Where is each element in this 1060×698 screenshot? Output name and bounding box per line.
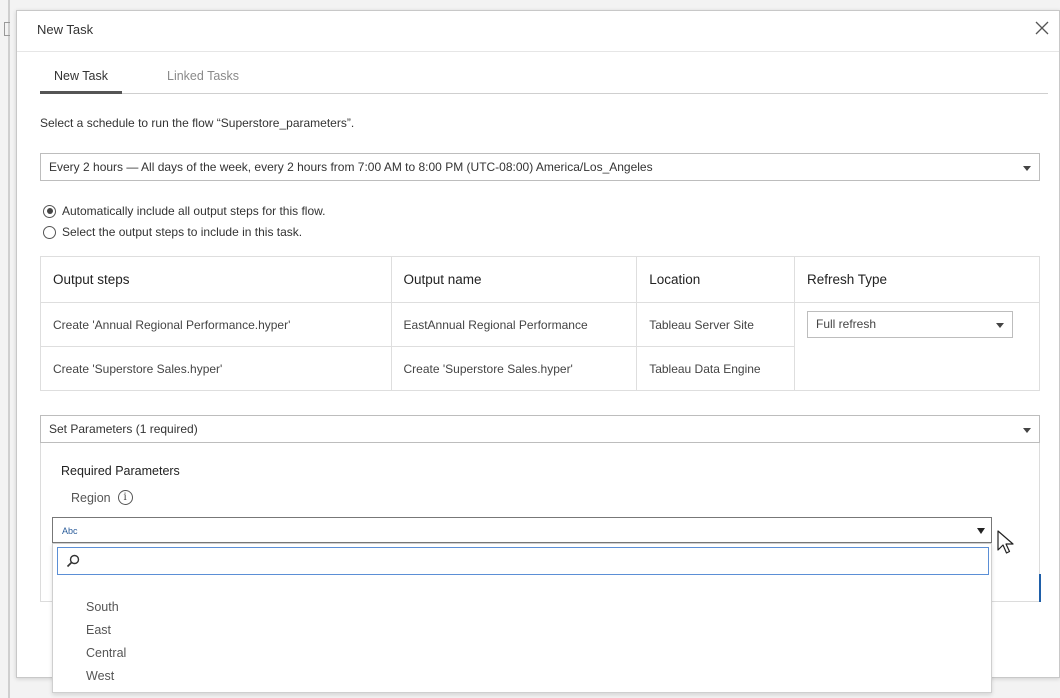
- cell-output-step: Create 'Superstore Sales.hyper': [40, 346, 392, 391]
- radio-include-all-outputs[interactable]: Automatically include all output steps f…: [43, 204, 325, 218]
- region-option-south[interactable]: South: [53, 596, 991, 619]
- close-icon: [1035, 21, 1049, 35]
- region-dropdown: South East Central West: [52, 543, 992, 693]
- cell-refresh-type: Full refresh: [794, 302, 1040, 391]
- region-option-east[interactable]: East: [53, 619, 991, 642]
- column-header-location: Location: [636, 256, 795, 303]
- chevron-down-icon: [1023, 166, 1031, 171]
- search-icon: [66, 554, 80, 568]
- chevron-down-icon: [977, 528, 985, 534]
- radio-label: Automatically include all output steps f…: [62, 204, 326, 218]
- radio-select-outputs[interactable]: Select the output steps to include in th…: [43, 225, 302, 239]
- mouse-pointer-icon: [997, 530, 1014, 554]
- tab-new-task[interactable]: New Task: [40, 69, 122, 94]
- refresh-type-select[interactable]: Full refresh: [807, 311, 1013, 338]
- cell-output-name: Create 'Superstore Sales.hyper': [390, 346, 638, 391]
- cell-output-step: Create 'Annual Regional Performance.hype…: [40, 302, 392, 347]
- table-header-row: Output steps Output name Location Refres…: [40, 256, 1040, 303]
- region-label-row: Region i: [71, 490, 133, 505]
- set-parameters-select[interactable]: Set Parameters (1 required): [40, 415, 1040, 443]
- header-divider: [17, 51, 1059, 52]
- output-steps-table: Output steps Output name Location Refres…: [40, 256, 1040, 391]
- cell-output-name: EastAnnual Regional Performance: [390, 302, 638, 347]
- radio-label: Select the output steps to include in th…: [62, 225, 303, 239]
- schedule-instruction: Select a schedule to run the flow “Super…: [40, 116, 355, 130]
- primary-button-edge[interactable]: [1039, 574, 1041, 602]
- region-type-value: Abc: [62, 526, 78, 536]
- region-select[interactable]: Abc: [52, 517, 992, 543]
- region-option-west[interactable]: West: [53, 665, 991, 688]
- schedule-value: Every 2 hours — All days of the week, ev…: [49, 160, 653, 174]
- set-parameters-label: Set Parameters (1 required): [49, 422, 198, 436]
- schedule-select[interactable]: Every 2 hours — All days of the week, ev…: [40, 153, 1040, 181]
- cell-location: Tableau Server Site: [636, 302, 795, 347]
- region-label: Region: [71, 490, 111, 505]
- tab-bar: New Task Linked Tasks: [40, 63, 1048, 94]
- region-option-central[interactable]: Central: [53, 642, 991, 665]
- table-row: Create 'Annual Regional Performance.hype…: [40, 302, 1040, 391]
- column-header-output-steps: Output steps: [40, 256, 392, 303]
- cell-location: Tableau Data Engine: [636, 346, 795, 391]
- region-search-input[interactable]: [88, 550, 978, 572]
- radio-button-unchecked[interactable]: [43, 225, 56, 239]
- chevron-down-icon: [1023, 428, 1031, 433]
- column-header-refresh-type: Refresh Type: [794, 256, 1040, 303]
- close-button[interactable]: [1031, 17, 1053, 39]
- region-options-list: South East Central West: [53, 596, 991, 688]
- background-window-mark: [4, 22, 10, 36]
- refresh-type-value: Full refresh: [816, 317, 877, 331]
- dialog-title: New Task: [37, 22, 94, 37]
- required-parameters-title: Required Parameters: [61, 464, 180, 478]
- chevron-down-icon: [996, 323, 1004, 328]
- region-search-box[interactable]: [57, 547, 989, 575]
- info-icon[interactable]: i: [117, 490, 133, 505]
- radio-button-checked[interactable]: [43, 204, 56, 218]
- background-window-edge: [8, 0, 10, 698]
- tab-linked-tasks[interactable]: Linked Tasks: [153, 69, 253, 94]
- column-header-output-name: Output name: [390, 256, 638, 303]
